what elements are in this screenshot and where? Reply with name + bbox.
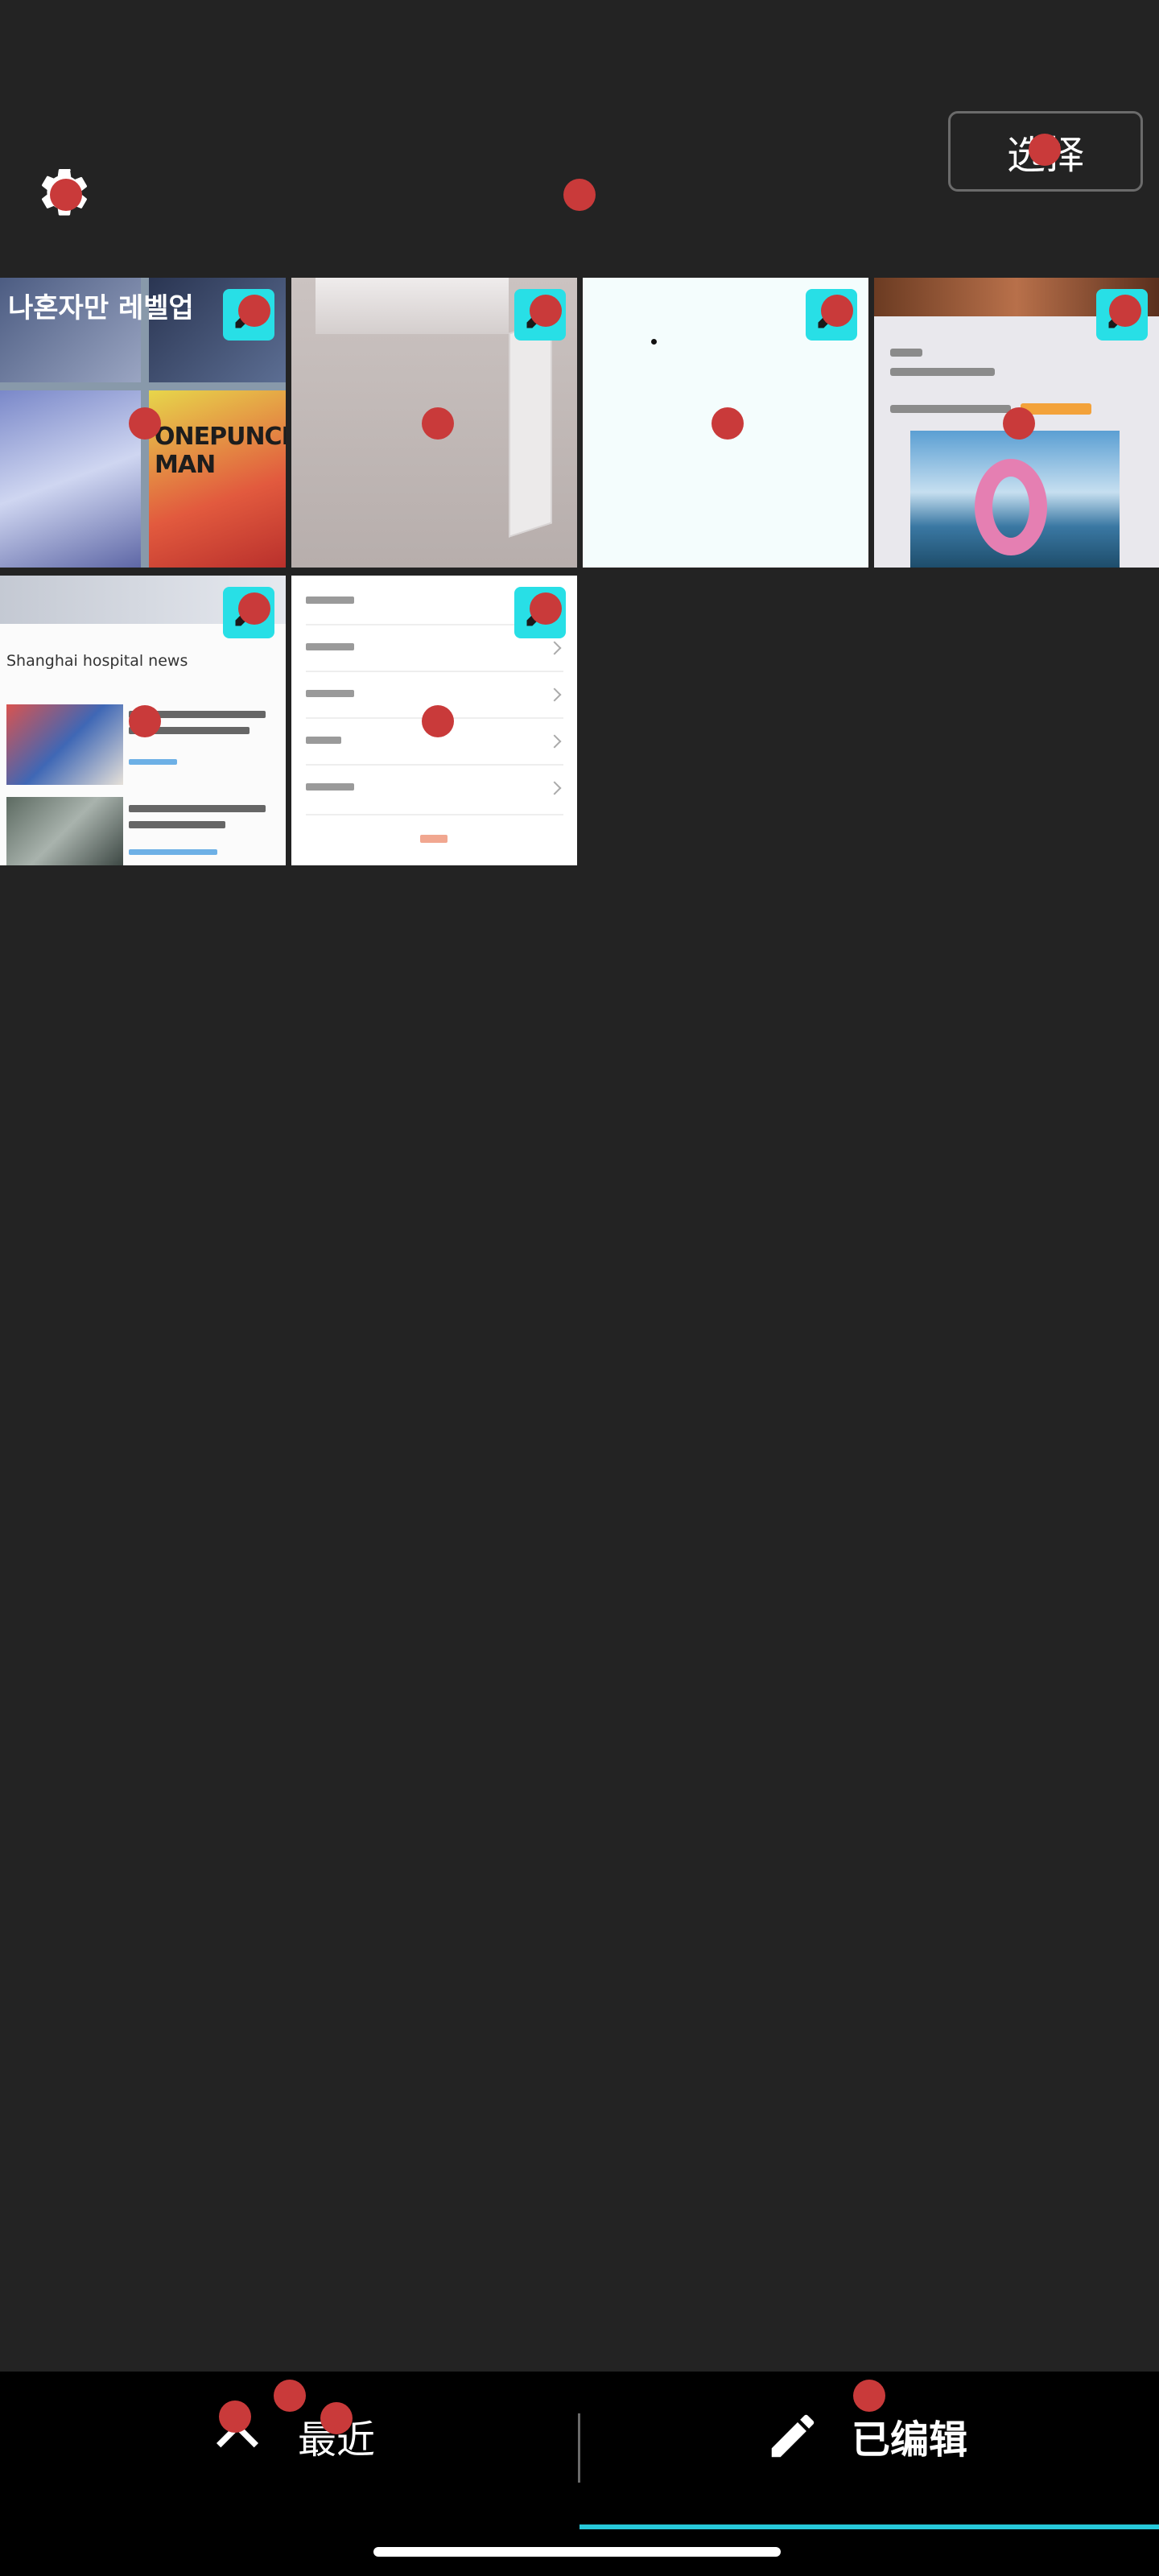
tab-edited-label: 已编辑 (852, 2417, 968, 2462)
marker-dot (1003, 407, 1035, 440)
text-line (890, 368, 995, 376)
cover-text: ONEPUNCH-MAN (155, 423, 286, 479)
text-line (129, 759, 177, 765)
text-line (306, 783, 354, 791)
marker-dot (1109, 295, 1141, 327)
marker-dot (530, 295, 562, 327)
text-line (129, 849, 217, 855)
chevron-right-icon (547, 734, 562, 749)
image-detail (975, 459, 1047, 555)
text-line (306, 643, 354, 650)
bottom-navigation: 最近 已编辑 (0, 2372, 1159, 2576)
text-line (129, 821, 225, 828)
pencil-icon (771, 2414, 815, 2458)
marker-dot (219, 2401, 251, 2433)
cover-panel (0, 390, 141, 568)
text-line (306, 690, 354, 697)
cover-text: 나혼자만 레벨업 (8, 292, 194, 324)
cover-panel (149, 390, 286, 568)
article-image (6, 797, 123, 865)
marker-dot (129, 407, 161, 440)
tab-recent[interactable]: 最近 (209, 2380, 419, 2492)
text-line (890, 349, 922, 357)
marker-dot (238, 592, 270, 625)
marker-dot (1029, 134, 1061, 166)
image-detail (509, 319, 552, 538)
text-line (420, 835, 448, 843)
image-detail (651, 339, 657, 345)
divider (306, 671, 563, 672)
image-detail (316, 278, 509, 334)
marker-dot (238, 295, 270, 327)
divider (306, 764, 563, 766)
marker-dot (711, 407, 744, 440)
marker-dot (129, 705, 161, 737)
chevron-right-icon (547, 641, 562, 655)
text-line (306, 597, 354, 604)
top-bar: 选择 (0, 0, 1159, 278)
text-line (890, 405, 1011, 413)
marker-dot (422, 705, 454, 737)
text-line (129, 805, 266, 812)
active-tab-indicator (580, 2524, 1159, 2529)
chevron-right-icon (547, 687, 562, 702)
tab-divider (578, 2413, 580, 2483)
marker-dot (563, 179, 596, 211)
marker-dot (422, 407, 454, 440)
marker-dot (530, 592, 562, 625)
article-title: Shanghai hospital news (6, 652, 188, 670)
marker-dot (821, 295, 853, 327)
divider (306, 814, 563, 815)
home-indicator[interactable] (373, 2547, 781, 2557)
chevron-right-icon (547, 781, 562, 795)
marker-dot (50, 179, 82, 211)
tab-edited[interactable]: 已编辑 (765, 2380, 1022, 2492)
article-image (6, 704, 123, 785)
marker-dot (274, 2380, 306, 2412)
text-line (306, 737, 341, 744)
marker-dot (853, 2380, 885, 2412)
marker-dot (320, 2402, 353, 2434)
